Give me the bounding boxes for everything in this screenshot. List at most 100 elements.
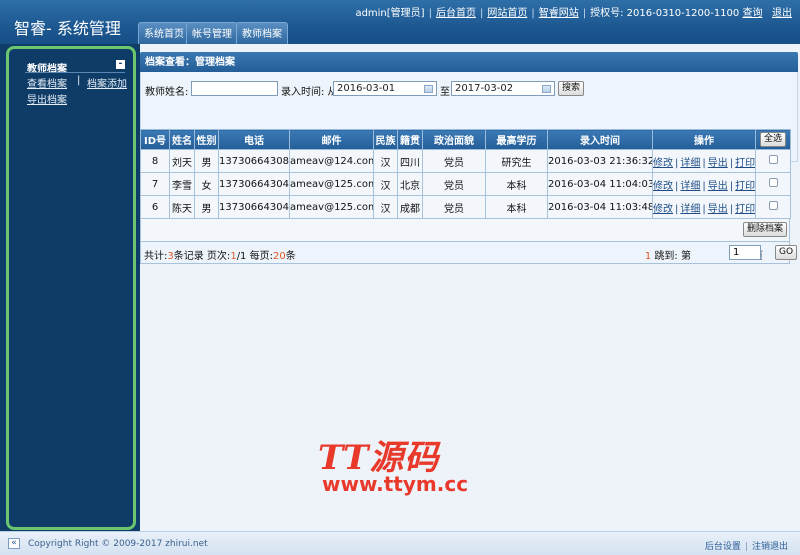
cell-hometown: 北京: [397, 172, 423, 196]
edit-link[interactable]: 修改: [654, 158, 674, 169]
cell-hometown: 成都: [397, 195, 423, 219]
print-link[interactable]: 打印: [735, 204, 754, 215]
print-link[interactable]: 打印: [735, 181, 754, 192]
col-hometown: 籍贯: [397, 129, 423, 150]
detail-link[interactable]: 详细: [680, 204, 700, 215]
pager-page-link[interactable]: 1: [645, 251, 651, 262]
export-link[interactable]: 导出: [708, 158, 728, 169]
copyright: Copyright Right © 2009-2017 zhirui.net: [28, 539, 208, 549]
calendar-icon[interactable]: [424, 85, 433, 93]
select-all-button[interactable]: 全选: [759, 132, 786, 147]
op-separator: |: [729, 157, 734, 169]
pager-go-button[interactable]: GO: [775, 245, 798, 260]
col-education: 最高学历: [485, 129, 548, 150]
footer-settings-link[interactable]: 后台设置: [705, 542, 741, 552]
table-row: 6 陈天男 13730664304 ameav@125.com 汉成都 党员 本科 2016-…: [140, 195, 791, 219]
op-separator: |: [675, 203, 679, 215]
sidebar-item-add-archive[interactable]: 档案添加: [87, 75, 127, 90]
link-admin-home[interactable]: 后台首页: [436, 8, 476, 19]
sidebar-container: 教师档案 - 查看档案 | 档案添加 导出档案: [0, 44, 140, 531]
link-site-home[interactable]: 网站首页: [487, 8, 527, 19]
cell-ethnicity: 汉: [373, 149, 398, 173]
cell-email: ameav@125.com: [289, 195, 374, 219]
col-email: 邮件: [289, 129, 374, 150]
tab-account-management[interactable]: 帐号管理: [186, 22, 238, 44]
teacher-name-input[interactable]: [191, 81, 278, 96]
cell-select: [755, 149, 791, 173]
op-separator: |: [702, 180, 706, 192]
pager-jump: 1 跳到: 第页: [645, 247, 785, 262]
col-ethnicity: 民族: [373, 129, 398, 150]
sidebar-item-export-archive[interactable]: 导出档案: [27, 91, 67, 106]
export-link[interactable]: 导出: [708, 204, 728, 215]
top-header: 智睿- 系统管理 admin[管理员] | 后台首页 | 网站首页 | 智睿网站 | 授权号: …: [0, 0, 800, 44]
footer-logout-link[interactable]: 注销退出: [752, 542, 788, 552]
pager-jump-label: 跳到: 第: [654, 251, 691, 262]
col-id: ID号: [140, 129, 170, 150]
date-from-input[interactable]: 2016-03-01: [333, 81, 437, 96]
pager-page-label: 条记录 页次:: [173, 251, 231, 262]
cell-ethnicity: 汉: [373, 195, 398, 219]
col-phone: 电话: [218, 129, 290, 150]
cell-name: 李雪: [169, 172, 195, 196]
cell-id: 7: [140, 172, 170, 196]
cell-entry-time: 2016-03-04 11:04:03: [547, 172, 653, 196]
link-zhirui-site[interactable]: 智睿网站: [539, 8, 579, 19]
license-number: 2016-0310-1200-1100: [626, 8, 740, 19]
op-separator: |: [729, 203, 734, 215]
table-row: 7 李雪女 13730664304 ameav@125.com 汉北京 党员 本科 2016-…: [140, 172, 791, 196]
edit-link[interactable]: 修改: [654, 204, 674, 215]
row-checkbox[interactable]: [768, 201, 778, 210]
row-checkbox[interactable]: [768, 178, 778, 187]
detail-link[interactable]: 详细: [680, 158, 700, 169]
top-links: admin[管理员] | 后台首页 | 网站首页 | 智睿网站 | 授权号: 2016-0310…: [355, 8, 792, 19]
cell-ethnicity: 汉: [373, 172, 398, 196]
op-separator: |: [702, 157, 706, 169]
tab-teacher-archive[interactable]: 教师档案: [236, 22, 288, 44]
cell-name: 陈天: [169, 195, 195, 219]
teacher-name-label: 教师姓名:: [145, 87, 189, 98]
sidebar-toggle-icon[interactable]: «: [8, 538, 20, 549]
delete-archive-button[interactable]: 删除档案: [742, 222, 787, 237]
pager-total-label: 共计:: [144, 251, 168, 262]
date-to-label: 至: [440, 87, 450, 98]
detail-link[interactable]: 详细: [680, 181, 700, 192]
table-row: 8 刘天男 13730664308 ameav@124.com 汉四川 党员 研究生 2016…: [140, 149, 791, 173]
cell-operations: 修改 | 详细 | 导出 | 打印: [652, 195, 756, 219]
entry-time-label: 录入时间: 从: [281, 87, 338, 98]
col-gender: 性别: [194, 129, 219, 150]
op-separator: |: [675, 180, 679, 192]
watermark-url: www.ttym.cc: [322, 472, 469, 496]
calendar-icon[interactable]: [542, 85, 551, 93]
cell-gender: 男: [194, 149, 219, 173]
print-link[interactable]: 打印: [735, 158, 754, 169]
op-separator: |: [702, 203, 706, 215]
sidebar-item-view-archive[interactable]: 查看档案: [27, 75, 67, 90]
cell-political-status: 党员: [422, 149, 486, 173]
op-separator: |: [675, 157, 679, 169]
col-entry-time: 录入时间: [547, 129, 653, 150]
search-button[interactable]: 搜索: [558, 81, 585, 96]
pager-jump-input[interactable]: [729, 245, 761, 260]
date-from-value: 2016-03-01: [337, 83, 396, 94]
logout-link[interactable]: 退出: [772, 8, 792, 19]
footer-links: 后台设置 | 注销退出: [705, 539, 788, 552]
cell-id: 8: [140, 149, 170, 173]
export-link[interactable]: 导出: [708, 181, 728, 192]
license-check-link[interactable]: 查询: [742, 8, 762, 19]
row-checkbox[interactable]: [768, 155, 778, 164]
app-logo: 智睿- 系统管理: [14, 19, 121, 38]
table-body: 8 刘天男 13730664308 ameav@124.com 汉四川 党员 研究生 2016…: [140, 149, 791, 219]
date-to-input[interactable]: 2017-03-02: [451, 81, 555, 96]
cell-entry-time: 2016-03-04 11:03:48: [547, 195, 653, 219]
archive-table: ID号 姓名 性别 电话 邮件 民族 籍贯 政治面貌 最高学历 录入时间 操作 …: [140, 129, 791, 219]
sidebar: 教师档案 - 查看档案 | 档案添加 导出档案: [6, 46, 136, 530]
tab-system-home[interactable]: 系统首页: [138, 22, 190, 44]
main-content: 档案查看：管理档案 教师姓名: 录入时间: 从 2016-03-01 至 201…: [140, 44, 800, 531]
sidebar-collapse-icon[interactable]: -: [116, 60, 125, 69]
cell-select: [755, 172, 791, 196]
pager-per-page-suffix: 条: [285, 251, 296, 262]
edit-link[interactable]: 修改: [654, 181, 674, 192]
table-action-row: 删除档案: [140, 219, 790, 242]
cell-phone: 13730664308: [218, 149, 290, 173]
